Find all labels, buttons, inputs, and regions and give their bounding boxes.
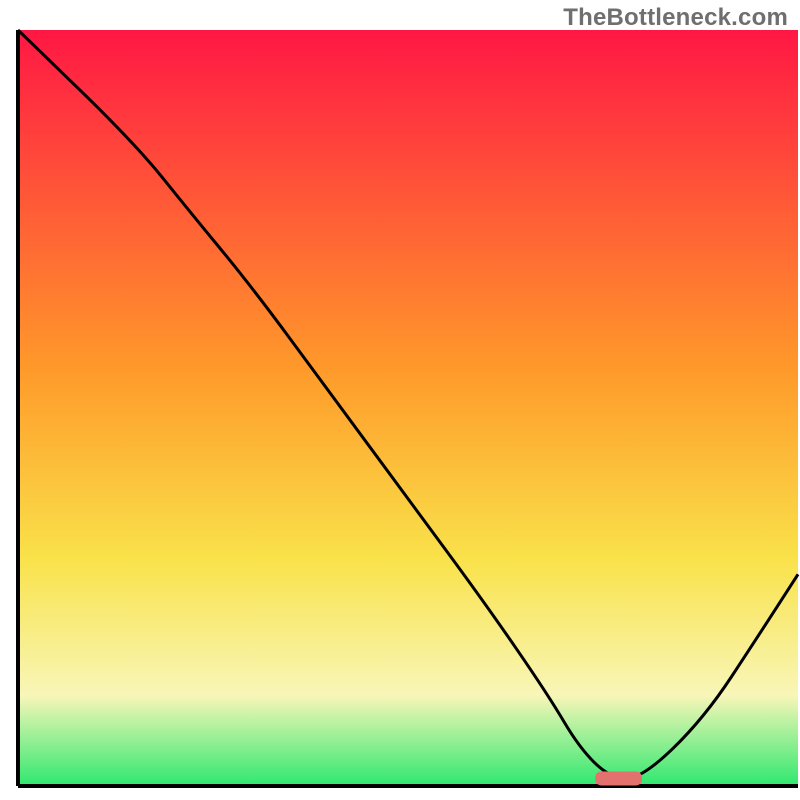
chart-root: TheBottleneck.com bbox=[0, 0, 800, 800]
chart-plot bbox=[0, 0, 800, 800]
watermark-label: TheBottleneck.com bbox=[563, 4, 788, 32]
plot-background bbox=[18, 30, 798, 786]
optimal-range-marker bbox=[595, 771, 642, 785]
